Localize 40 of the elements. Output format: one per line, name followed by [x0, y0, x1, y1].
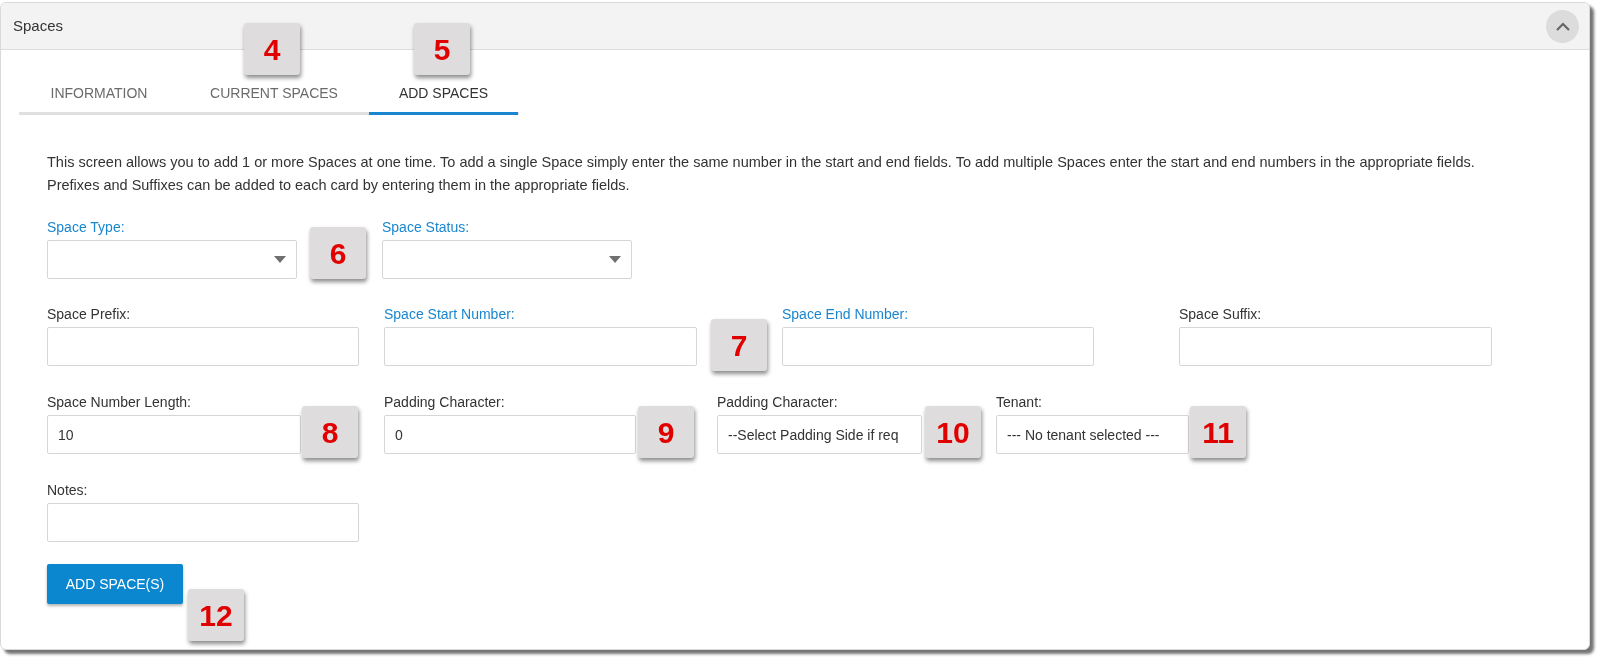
input-field[interactable]: --- No tenant selected ---	[996, 415, 1189, 454]
dropdown-field[interactable]	[382, 240, 632, 279]
panel-title: Spaces	[13, 15, 64, 36]
description-text: This screen allows you to add 1 or more Spaces at one time. To add a single Space simply enter the same number in the start and end fields. To add multiple Spaces enter the start and end numbers in the appropriate fields. Prefixes and Suffixes can be added to each card by entering them in the appropriate fields.	[47, 153, 1476, 195]
input-field[interactable]	[1179, 327, 1492, 366]
field-label: Notes:	[47, 481, 89, 499]
input-field[interactable]	[384, 327, 697, 366]
add-spaces-button[interactable]: ADD SPACE(S)	[47, 564, 183, 604]
input-field[interactable]: 0	[384, 415, 636, 454]
field-label: Space Start Number:	[384, 305, 516, 323]
caret-down-icon	[609, 256, 621, 263]
collapse-button[interactable]	[1546, 9, 1579, 43]
callout-number-badge: 6	[310, 227, 366, 279]
callout-number-badge: 9	[638, 406, 694, 458]
callout-number-badge: 11	[1190, 406, 1246, 458]
input-field[interactable]	[782, 327, 1094, 366]
input-field[interactable]: --Select Padding Side if req	[717, 415, 922, 454]
chevron-up-icon	[1555, 21, 1570, 31]
field-label: Space Type:	[47, 218, 126, 236]
field-label: Space Suffix:	[1179, 305, 1263, 323]
field-label: Space Prefix:	[47, 305, 132, 323]
tab[interactable]: CURRENT SPACES	[179, 75, 369, 115]
field-label: Space Status:	[382, 218, 471, 236]
field-label: Space End Number:	[782, 305, 910, 323]
tab[interactable]: INFORMATION	[19, 75, 179, 115]
callout-number-badge: 4	[244, 23, 300, 75]
callout-number-badge: 7	[711, 319, 767, 371]
field-label: Padding Character:	[384, 393, 506, 411]
callout-number-badge: 12	[188, 589, 244, 641]
field-label: Space Number Length:	[47, 393, 192, 411]
dropdown-field[interactable]	[47, 240, 297, 279]
input-field[interactable]	[47, 503, 359, 542]
input-field[interactable]	[47, 327, 359, 366]
callout-number-badge: 10	[925, 406, 981, 458]
caret-down-icon	[274, 256, 286, 263]
input-field[interactable]: 10	[47, 415, 301, 454]
callout-number-badge: 8	[302, 406, 358, 458]
callout-number-badge: 5	[414, 23, 470, 75]
field-label: Padding Character:	[717, 393, 839, 411]
field-label: Tenant:	[996, 393, 1043, 411]
